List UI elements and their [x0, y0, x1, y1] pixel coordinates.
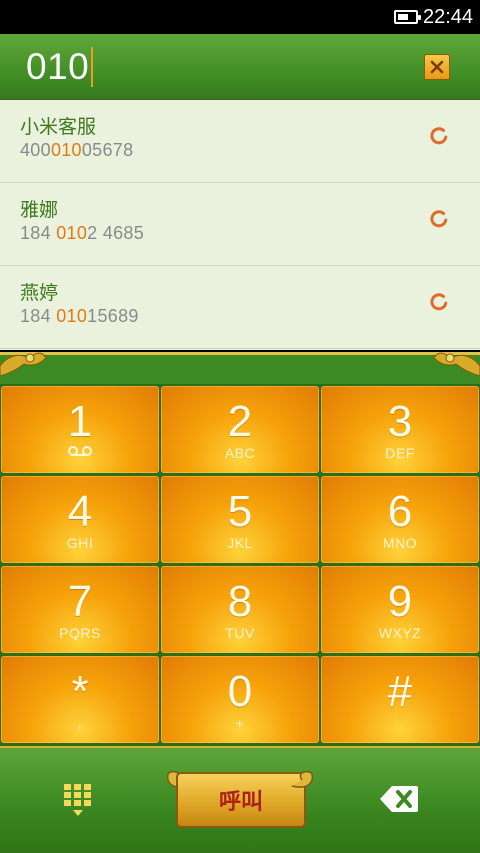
key-digit: 6 — [387, 487, 413, 536]
call-button-label: 呼叫 — [218, 790, 263, 815]
ornamental-divider — [0, 352, 480, 386]
call-log-icon[interactable] — [428, 291, 450, 313]
call-log-icon[interactable] — [428, 208, 450, 230]
key-letters: DEF — [385, 445, 415, 461]
key-digit: 0 — [227, 667, 253, 716]
ornament-scroll-icon — [291, 770, 314, 788]
key-hash[interactable]: # — [321, 656, 479, 743]
key-9[interactable]: 9 WXYZ — [321, 566, 479, 653]
contact-number: 184 01015689 — [20, 306, 139, 326]
contact-results-list: 小米客服 40001005678 雅娜 184 0102 4685 燕婷 184… — [0, 100, 480, 350]
key-letters: JKL — [227, 535, 253, 551]
key-letters: , — [77, 715, 83, 731]
dialer-action-bar: 呼叫 — [0, 746, 480, 853]
key-digit: 4 — [67, 487, 93, 536]
dial-keypad: 1 2 ABC 3 DEF 4 GHI 5 JKL 6 MNO 7 PQRS 8… — [0, 384, 480, 746]
key-digit: 3 — [387, 397, 413, 446]
matched-digits: 010 — [50, 140, 82, 160]
key-star[interactable]: * , — [1, 656, 159, 743]
key-8[interactable]: 8 TUV — [161, 566, 319, 653]
contact-name: 小米客服 — [20, 116, 97, 138]
key-5[interactable]: 5 JKL — [161, 476, 319, 563]
key-digit: 2 — [227, 397, 253, 446]
key-digit: * — [71, 667, 89, 716]
call-button[interactable]: 呼叫 — [176, 772, 306, 828]
key-4[interactable]: 4 GHI — [1, 476, 159, 563]
call-log-icon[interactable] — [428, 125, 450, 147]
key-3[interactable]: 3 DEF — [321, 386, 479, 473]
clear-input-button[interactable] — [424, 54, 450, 80]
key-letters: PQRS — [59, 625, 101, 641]
matched-digits: 010 — [56, 306, 88, 326]
dial-number-field[interactable]: 010 — [26, 46, 94, 88]
dialpad-icon[interactable] — [62, 782, 94, 818]
contact-result-item[interactable]: 燕婷 184 01015689 — [0, 266, 480, 349]
contact-result-item[interactable]: 雅娜 184 0102 4685 — [0, 183, 480, 266]
matched-digits: 010 — [56, 223, 88, 243]
key-letters: WXYZ — [378, 625, 422, 641]
key-digit: 8 — [227, 577, 253, 626]
key-digit: 5 — [227, 487, 253, 536]
key-7[interactable]: 7 PQRS — [1, 566, 159, 653]
key-1[interactable]: 1 — [1, 386, 159, 473]
key-digit: 9 — [387, 577, 413, 626]
contact-name: 雅娜 — [20, 199, 59, 221]
dial-input-bar: 010 — [0, 34, 480, 100]
key-digit: 7 — [67, 577, 93, 626]
key-digit: 1 — [67, 397, 93, 446]
status-bar: 22:44 — [0, 0, 480, 34]
contact-name: 燕婷 — [20, 282, 59, 304]
voicemail-icon — [68, 446, 92, 456]
key-digit: # — [387, 667, 413, 716]
contact-number: 184 0102 4685 — [20, 223, 145, 243]
contact-number: 40001005678 — [20, 140, 134, 160]
text-cursor — [91, 47, 94, 87]
key-letters: TUV — [225, 625, 255, 641]
key-letters: MNO — [382, 535, 418, 551]
key-6[interactable]: 6 MNO — [321, 476, 479, 563]
battery-level — [398, 14, 408, 20]
key-letters: + — [235, 715, 245, 731]
battery-icon — [394, 10, 421, 24]
key-2[interactable]: 2 ABC — [161, 386, 319, 473]
dial-number-text: 010 — [26, 46, 90, 87]
key-letters: GHI — [66, 535, 94, 551]
key-letters: ABC — [224, 445, 256, 461]
key-0[interactable]: 0 + — [161, 656, 319, 743]
status-time: 22:44 — [423, 6, 474, 28]
backspace-icon[interactable] — [378, 784, 420, 814]
contact-result-item[interactable]: 小米客服 40001005678 — [0, 100, 480, 183]
close-icon — [430, 60, 444, 74]
